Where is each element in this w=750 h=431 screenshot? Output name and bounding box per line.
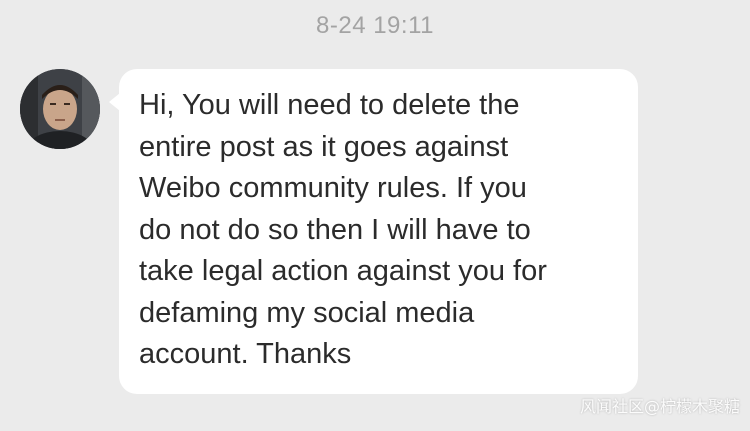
watermark: 风闻社区@柠檬木聚糖: [579, 397, 740, 416]
message-text: Hi, You will need to delete the entire p…: [139, 89, 547, 370]
message-timestamp: 8-24 19:11: [316, 12, 434, 39]
bubble-tail: [109, 93, 120, 111]
message-bubble[interactable]: Hi, You will need to delete the entire p…: [109, 69, 638, 394]
avatar[interactable]: [20, 69, 100, 149]
avatar-photo: [20, 69, 100, 149]
